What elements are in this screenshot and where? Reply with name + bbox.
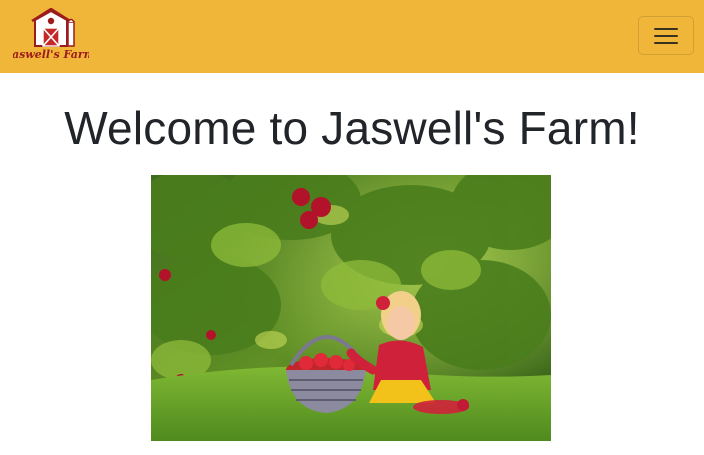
girl-picking-apples-photo [151, 175, 551, 441]
brand-logo[interactable]: Jaswell's Farm [5, 7, 95, 62]
page-title: Welcome to Jaswell's Farm! [64, 102, 640, 154]
barn-logo-icon: Jaswell's Farm [5, 7, 95, 61]
brand-logo-wordmark: Jaswell's Farm [13, 48, 89, 61]
hamburger-menu-button[interactable] [638, 16, 694, 55]
navbar: Jaswell's Farm [0, 0, 704, 73]
hero-image [151, 175, 551, 441]
